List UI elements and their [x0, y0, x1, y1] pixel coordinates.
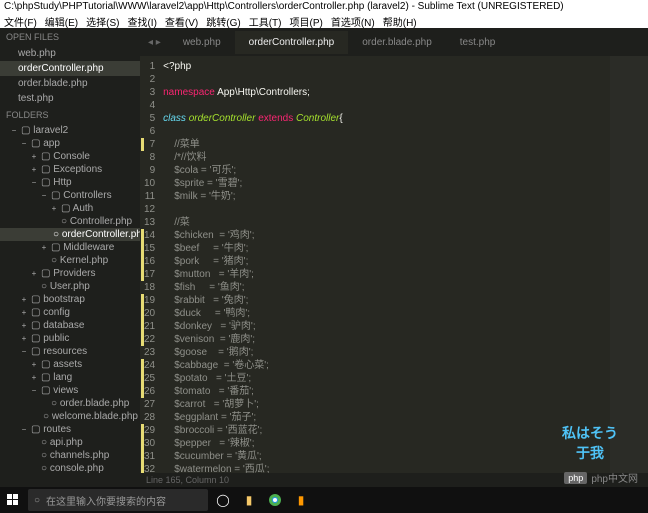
- file-item[interactable]: ○ Kernel.php: [0, 254, 140, 267]
- folder-icon: +: [20, 308, 28, 317]
- menu-item[interactable]: 首选项(N): [331, 14, 375, 28]
- taskbar-search[interactable]: ○ 在这里输入你要搜索的内容: [28, 489, 208, 511]
- explorer-icon[interactable]: ▮: [236, 487, 262, 513]
- folder-icon: −: [30, 386, 38, 395]
- open-file-item[interactable]: web.php: [0, 46, 140, 61]
- folder-icon: −: [40, 191, 48, 200]
- editor-area: ◂ ▸ web.phporderController.phporder.blad…: [140, 28, 648, 487]
- folder-item[interactable]: +▢ Middleware: [0, 241, 140, 254]
- tab-bar: ◂ ▸ web.phporderController.phporder.blad…: [140, 28, 648, 56]
- cortana-icon[interactable]: ◯: [210, 487, 236, 513]
- editor-tab[interactable]: web.php: [169, 31, 235, 54]
- folder-item[interactable]: −▢ laravel2: [0, 124, 140, 137]
- file-item[interactable]: ○ orderController.php: [0, 228, 140, 241]
- folder-item[interactable]: −▢ resources: [0, 345, 140, 358]
- folder-item[interactable]: +▢ Exceptions: [0, 163, 140, 176]
- file-item[interactable]: ○ order.blade.php: [0, 397, 140, 410]
- menu-item[interactable]: 文件(F): [4, 14, 37, 28]
- folder-icon: +: [40, 243, 48, 252]
- file-item[interactable]: ○ console.php: [0, 462, 140, 475]
- folder-icon: +: [50, 204, 58, 213]
- folder-item[interactable]: +▢ Console: [0, 150, 140, 163]
- folder-item[interactable]: −▢ app: [0, 137, 140, 150]
- start-button[interactable]: [0, 487, 26, 513]
- folder-item[interactable]: +▢ Auth: [0, 202, 140, 215]
- folder-item[interactable]: +▢ Providers: [0, 267, 140, 280]
- folder-item[interactable]: +▢ config: [0, 306, 140, 319]
- folder-item[interactable]: −▢ Controllers: [0, 189, 140, 202]
- search-icon: ○: [34, 495, 40, 506]
- file-item[interactable]: ○ welcome.blade.php: [0, 410, 140, 423]
- search-placeholder: 在这里输入你要搜索的内容: [46, 493, 166, 508]
- folder-icon: +: [30, 269, 38, 278]
- tab-nav-arrows[interactable]: ◂ ▸: [140, 37, 169, 48]
- open-file-item[interactable]: test.php: [0, 91, 140, 106]
- folder-item[interactable]: +▢ lang: [0, 371, 140, 384]
- windows-taskbar: ○ 在这里输入你要搜索的内容 ◯ ▮ ▮: [0, 487, 648, 513]
- folder-item[interactable]: −▢ Http: [0, 176, 140, 189]
- folder-icon: −: [10, 126, 18, 135]
- open-file-item[interactable]: orderController.php: [0, 61, 140, 76]
- folder-icon: +: [20, 334, 28, 343]
- line-gutter: 1234567891011121314151617181920212223242…: [140, 56, 163, 473]
- status-bar: Line 165, Column 10: [140, 473, 648, 487]
- folder-icon: +: [30, 165, 38, 174]
- folder-icon: +: [20, 321, 28, 330]
- open-files-header: OPEN FILES: [0, 28, 140, 46]
- file-item[interactable]: ○ channels.php: [0, 449, 140, 462]
- sidebar: OPEN FILES web.phporderController.phpord…: [0, 28, 140, 487]
- folder-icon: +: [30, 373, 38, 382]
- file-item[interactable]: ○ api.php: [0, 436, 140, 449]
- menu-bar: 文件(F) 编辑(E) 选择(S) 查找(I) 查看(V) 跳转(G) 工具(T) 项目(P)…: [0, 14, 648, 28]
- code-content[interactable]: <?php namespace App\Http\Controllers; cl…: [163, 56, 610, 473]
- menu-item[interactable]: 跳转(G): [206, 14, 240, 28]
- folder-item[interactable]: +▢ database: [0, 319, 140, 332]
- folder-icon: −: [30, 178, 38, 187]
- folder-icon: +: [30, 152, 38, 161]
- menu-item[interactable]: 选择(S): [86, 14, 119, 28]
- file-item[interactable]: ○ Controller.php: [0, 215, 140, 228]
- folder-icon: +: [20, 295, 28, 304]
- folder-item[interactable]: +▢ assets: [0, 358, 140, 371]
- menu-item[interactable]: 查找(I): [127, 14, 156, 28]
- folder-icon: −: [20, 139, 28, 148]
- minimap[interactable]: [610, 56, 648, 473]
- menu-item[interactable]: 编辑(E): [45, 14, 78, 28]
- folder-icon: −: [20, 425, 28, 434]
- menu-item[interactable]: 项目(P): [290, 14, 323, 28]
- file-item[interactable]: ○ User.php: [0, 280, 140, 293]
- menu-item[interactable]: 工具(T): [249, 14, 282, 28]
- folder-item[interactable]: −▢ routes: [0, 423, 140, 436]
- folder-icon: −: [20, 347, 28, 356]
- open-file-item[interactable]: order.blade.php: [0, 76, 140, 91]
- editor-tab[interactable]: test.php: [446, 31, 510, 54]
- folders-header: FOLDERS: [0, 106, 140, 124]
- folder-icon: +: [30, 360, 38, 369]
- folder-item[interactable]: −▢ views: [0, 384, 140, 397]
- sublime-icon[interactable]: ▮: [288, 487, 314, 513]
- folder-item[interactable]: +▢ public: [0, 332, 140, 345]
- editor-tab[interactable]: orderController.php: [235, 31, 349, 54]
- chrome-icon[interactable]: [262, 487, 288, 513]
- folder-item[interactable]: +▢ bootstrap: [0, 293, 140, 306]
- menu-item[interactable]: 查看(V): [165, 14, 198, 28]
- editor-tab[interactable]: order.blade.php: [348, 31, 446, 54]
- menu-item[interactable]: 帮助(H): [383, 14, 417, 28]
- window-title: C:\phpStudy\PHPTutorial\WWW\laravel2\app…: [0, 0, 648, 14]
- code-editor[interactable]: 1234567891011121314151617181920212223242…: [140, 56, 648, 473]
